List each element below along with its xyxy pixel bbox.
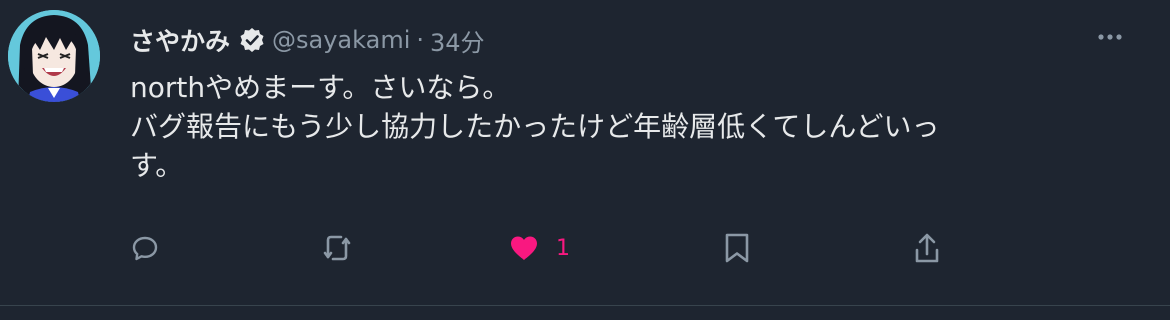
retweet-button[interactable] — [322, 228, 352, 268]
display-name[interactable]: さやかみ — [130, 22, 230, 58]
like-button[interactable]: 1 — [508, 228, 570, 268]
tweet-text-line: す。 — [130, 149, 184, 182]
reply-button[interactable] — [130, 228, 160, 268]
reply-icon — [132, 236, 158, 261]
share-icon — [915, 233, 939, 263]
more-options-button[interactable] — [1090, 22, 1130, 52]
bookmark-icon — [725, 233, 749, 263]
heart-icon — [511, 236, 537, 260]
tweet-divider — [0, 305, 1170, 306]
share-button[interactable] — [914, 228, 940, 268]
tweet-header: さやかみ @sayakami · 34分 — [130, 20, 485, 60]
separator-dot: · — [416, 26, 425, 54]
tweet-text: northやめまーす。さいなら。 バグ報告にもう少し協力したかったけど年齢層低く… — [130, 68, 1130, 185]
more-dots-icon — [1098, 34, 1122, 40]
avatar[interactable] — [8, 10, 100, 102]
avatar-image — [8, 10, 100, 102]
tweet-text-line: northやめまーす。さいなら。 — [130, 71, 511, 104]
bookmark-button[interactable] — [724, 228, 750, 268]
like-count: 1 — [556, 235, 570, 261]
retweet-icon — [323, 235, 351, 261]
user-handle[interactable]: @sayakami — [272, 26, 410, 54]
tweet[interactable]: さやかみ @sayakami · 34分 northやめまーす。さいなら。 バグ… — [0, 0, 1170, 320]
verified-badge-icon — [238, 26, 266, 54]
tweet-text-line: バグ報告にもう少し協力したかったけど年齢層低くてしんどいっ — [130, 110, 940, 143]
tweet-time[interactable]: 34分 — [430, 23, 485, 58]
